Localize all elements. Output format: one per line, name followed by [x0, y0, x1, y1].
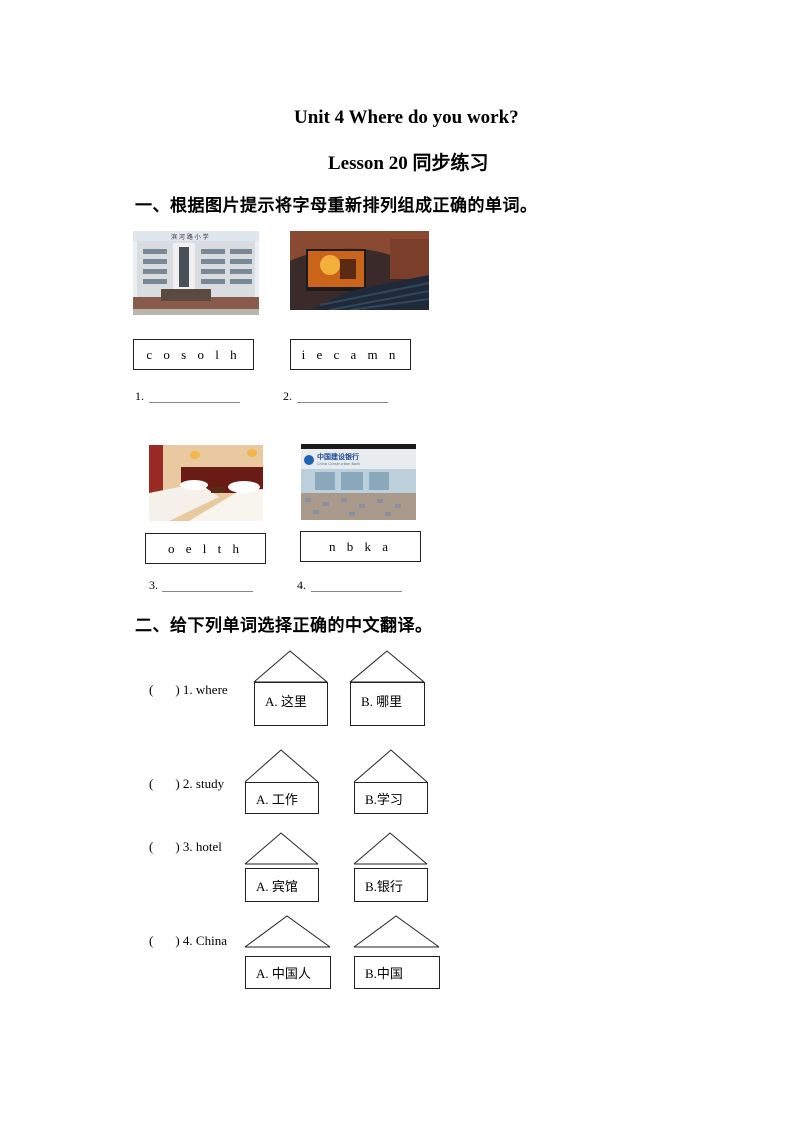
house-roof-icon — [244, 749, 319, 783]
house-roof-icon — [353, 832, 428, 865]
option-a-hotel[interactable]: A. 宾馆 — [245, 868, 319, 902]
item-number: 4. — [297, 578, 306, 592]
option-b-study[interactable]: B.学习 — [354, 782, 428, 814]
answer-paren-open[interactable]: ( — [149, 933, 153, 948]
option-b-china[interactable]: B.中国 — [354, 956, 440, 989]
svg-text:China Construction Bank: China Construction Bank — [317, 462, 361, 466]
item-number: 2. — [283, 389, 292, 403]
house-roof-icon — [253, 650, 328, 683]
answer-paren-open[interactable]: ( — [149, 776, 153, 791]
section2-heading: 二、给下列单词选择正确的中文翻译。 — [135, 616, 433, 636]
house-roof-icon — [244, 915, 331, 948]
answer-paren-open[interactable]: ( — [149, 839, 153, 854]
option-b-where[interactable]: B. 哪里 — [350, 682, 425, 726]
scrambled-letters-box: n b k a — [300, 531, 421, 562]
scrambled-letters-box: o e l t h — [145, 533, 266, 564]
option-a-study[interactable]: A. 工作 — [245, 782, 319, 814]
hotel-room-photo — [149, 445, 263, 521]
house-roof-icon — [353, 749, 428, 783]
lesson-subtitle: Lesson 20 同步练习 — [328, 153, 489, 174]
cinema-hall-photo — [290, 231, 429, 310]
section1-heading: 一、根据图片提示将字母重新排列组成正确的单词。 — [135, 196, 538, 216]
option-a-china[interactable]: A. 中国人 — [245, 956, 331, 989]
house-roof-icon — [353, 915, 440, 948]
question-1: ( ) 1. where — [149, 682, 228, 698]
question-2: ( ) 2. study — [149, 776, 224, 792]
house-roof-icon — [349, 650, 425, 683]
answer-blank-4[interactable] — [311, 591, 402, 592]
answer-paren-open[interactable]: ( — [149, 682, 153, 697]
question-3: ( ) 3. hotel — [149, 839, 222, 855]
answer-blank-3[interactable] — [162, 591, 253, 592]
answer-blank-1[interactable] — [149, 402, 240, 403]
answer-blank-2[interactable] — [297, 402, 388, 403]
item-number: 1. — [135, 389, 144, 403]
question-word: ) 4. China — [175, 933, 227, 948]
question-4: ( ) 4. China — [149, 933, 227, 949]
option-b-hotel[interactable]: B.银行 — [354, 868, 428, 902]
question-word: ) 2. study — [175, 776, 225, 791]
item-number: 3. — [149, 578, 158, 592]
bank-front-photo: 中国建设银行 China Construction Bank — [301, 444, 416, 520]
scrambled-letters-box: c o s o l h — [133, 339, 254, 370]
option-a-where[interactable]: A. 这里 — [254, 682, 328, 726]
svg-text:中国建设银行: 中国建设银行 — [317, 452, 359, 461]
question-word: ) 3. hotel — [175, 839, 222, 854]
house-roof-icon — [244, 832, 319, 865]
svg-text:滨 河 路 小 学: 滨 河 路 小 学 — [171, 233, 209, 241]
question-word: ) 1. where — [175, 682, 228, 697]
page-title: Unit 4 Where do you work? — [294, 107, 519, 128]
scrambled-letters-box: i e c a m n — [290, 339, 411, 370]
school-building-photo: 滨 河 路 小 学 — [133, 231, 259, 315]
